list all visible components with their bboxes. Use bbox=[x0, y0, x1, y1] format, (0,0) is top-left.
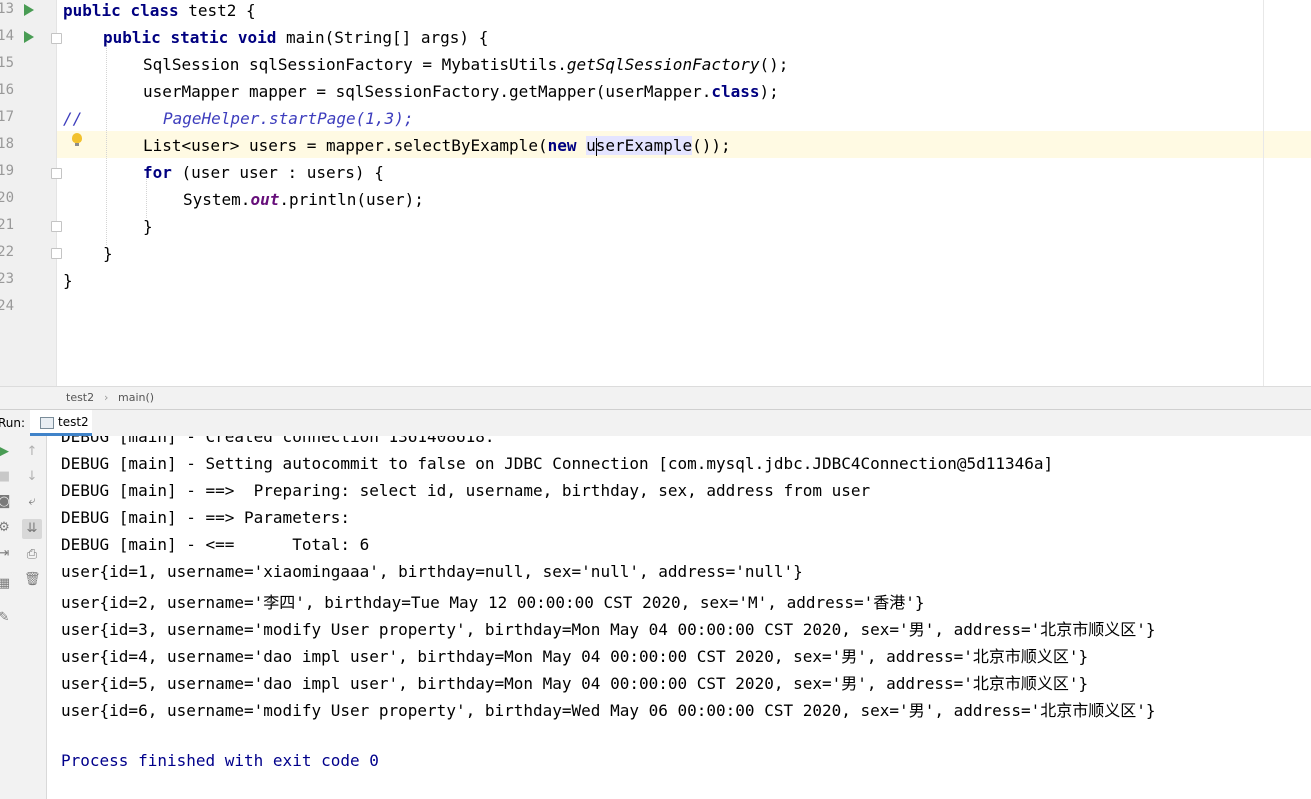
line-number: 13 bbox=[0, 1, 14, 17]
tab-label: test2 bbox=[58, 415, 89, 429]
code-line-20: System.out.println(user); bbox=[183, 190, 424, 209]
intention-bulb-icon[interactable] bbox=[72, 133, 82, 146]
code-line-15: SqlSession sqlSessionFactory = MybatisUt… bbox=[143, 55, 789, 74]
code-line-22: } bbox=[103, 244, 113, 263]
indent-guide bbox=[106, 40, 107, 245]
line-number: 16 bbox=[0, 82, 14, 98]
code-line-13: public class test2 { bbox=[63, 1, 256, 20]
line-number: 23 bbox=[0, 271, 14, 287]
soft-wrap-icon[interactable]: ⤶ bbox=[24, 494, 40, 510]
console-line: user{id=3, username='modify User propert… bbox=[61, 620, 1156, 639]
right-margin-guide bbox=[1263, 0, 1264, 386]
console-line: DEBUG [main] - Created connection 136140… bbox=[61, 436, 495, 446]
console-line: DEBUG [main] - <== Total: 6 bbox=[61, 535, 370, 554]
layout-icon[interactable]: ▦ bbox=[0, 576, 12, 592]
run-label: Run: bbox=[0, 416, 26, 430]
line-number: 18 bbox=[0, 136, 14, 152]
line-number: 20 bbox=[0, 190, 14, 206]
code-line-18: List<user> users = mapper.selectByExampl… bbox=[143, 136, 731, 156]
line-number: 15 bbox=[0, 55, 14, 71]
breadcrumb-class[interactable]: test2 bbox=[66, 391, 94, 404]
exit-message: Process finished with exit code 0 bbox=[61, 751, 379, 770]
code-line-19: for (user user : users) { bbox=[143, 163, 384, 182]
fold-marker-icon[interactable] bbox=[51, 168, 62, 179]
console-line: user{id=2, username='李四', birthday=Tue M… bbox=[61, 593, 925, 612]
console-line: DEBUG [main] - Setting autocommit to fal… bbox=[61, 454, 1054, 473]
code-line-14: public static void main(String[] args) { bbox=[103, 28, 489, 47]
console-line: DEBUG [main] - ==> Preparing: select id,… bbox=[61, 481, 871, 500]
console-line: user{id=6, username='modify User propert… bbox=[61, 701, 1156, 720]
tab-run-test2[interactable]: test2 bbox=[30, 410, 92, 436]
highlighted-identifier: userExample bbox=[586, 136, 693, 156]
code-editor[interactable]: 13 14 15 16 17 18 19 20 21 22 23 24 publ… bbox=[0, 0, 1311, 386]
up-arrow-icon[interactable]: ↑ bbox=[24, 444, 40, 460]
code-line-16: userMapper mapper = sqlSessionFactory.ge… bbox=[143, 82, 779, 101]
print-icon[interactable]: ⎙ bbox=[24, 547, 40, 563]
code-line-21: } bbox=[143, 217, 153, 236]
line-number: 19 bbox=[0, 163, 14, 179]
login-icon[interactable]: ⇥ bbox=[0, 546, 12, 562]
fold-marker-icon[interactable] bbox=[51, 248, 62, 259]
line-number: 17 bbox=[0, 109, 14, 125]
run-toolbar: ▶ ■ ◙ ⚙ ⇥ ▦ ✎ ↑ ↓ ⤶ ⇊ ⎙ 🗑 bbox=[0, 436, 47, 799]
run-tool-window-header: Run: test2 bbox=[0, 409, 1311, 437]
console-line: DEBUG [main] - ==> Parameters: bbox=[61, 508, 360, 527]
line-number: 22 bbox=[0, 244, 14, 260]
run-main-icon[interactable] bbox=[24, 31, 34, 43]
console-output[interactable]: DEBUG [main] - Created connection 136140… bbox=[47, 436, 1311, 799]
line-number: 14 bbox=[0, 28, 14, 44]
code-line-23: } bbox=[63, 271, 73, 290]
scroll-to-end-icon[interactable]: ⇊ bbox=[22, 519, 42, 539]
run-class-icon[interactable] bbox=[24, 4, 34, 16]
code-line-17: PageHelper.startPage(1,3); bbox=[163, 109, 414, 128]
line-number: 21 bbox=[0, 217, 14, 233]
camera-icon[interactable]: ◙ bbox=[0, 494, 12, 510]
breadcrumb: test2 › main() bbox=[0, 386, 1311, 409]
console-line: user{id=1, username='xiaomingaaa', birth… bbox=[61, 562, 803, 581]
line-number: 24 bbox=[0, 298, 14, 314]
rerun-icon[interactable]: ▶ bbox=[0, 444, 12, 460]
editor-gutter: 13 14 15 16 17 18 19 20 21 22 23 24 bbox=[0, 0, 62, 386]
settings-icon[interactable]: ⚙ bbox=[0, 520, 12, 536]
stop-icon[interactable]: ■ bbox=[0, 469, 12, 485]
down-arrow-icon[interactable]: ↓ bbox=[24, 469, 40, 485]
trash-icon[interactable]: 🗑 bbox=[24, 572, 41, 588]
pin-icon[interactable]: ✎ bbox=[0, 610, 12, 626]
console-line: user{id=4, username='dao impl user', bir… bbox=[61, 647, 1089, 666]
breadcrumb-method[interactable]: main() bbox=[118, 391, 154, 404]
console-icon bbox=[40, 417, 54, 429]
code-line-17-comment-marker: // bbox=[63, 109, 83, 128]
console-line: user{id=5, username='dao impl user', bir… bbox=[61, 674, 1089, 693]
fold-marker-icon[interactable] bbox=[51, 221, 62, 232]
fold-marker-icon[interactable] bbox=[51, 33, 62, 44]
breadcrumb-separator: › bbox=[104, 391, 109, 404]
